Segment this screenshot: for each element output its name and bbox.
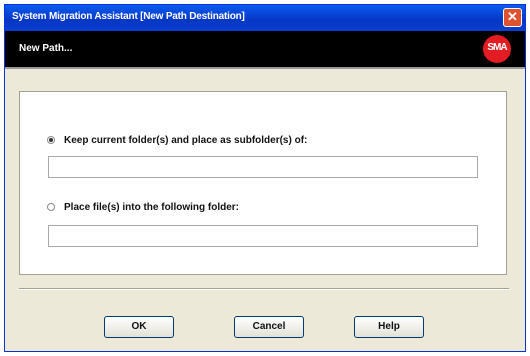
cancel-button[interactable]: Cancel	[234, 316, 304, 338]
logo-icon: SMA	[487, 42, 507, 53]
ok-button[interactable]: OK	[104, 316, 174, 338]
destination-folder-input[interactable]	[48, 225, 478, 247]
header-title: New Path...	[19, 43, 73, 54]
close-icon: ✕	[507, 9, 518, 24]
options-panel: Keep current folder(s) and place as subf…	[19, 91, 507, 275]
radio-place-files[interactable]	[47, 203, 55, 211]
app-logo: SMA	[483, 35, 511, 63]
separator	[19, 288, 509, 290]
close-button[interactable]: ✕	[503, 8, 522, 27]
title-bar[interactable]: System Migration Assistant [New Path Des…	[5, 5, 525, 31]
subfolder-path-input[interactable]	[48, 156, 478, 178]
dialog-header: New Path... SMA	[5, 31, 525, 69]
option-place-files-label: Place file(s) into the following folder:	[64, 202, 240, 213]
help-button[interactable]: Help	[354, 316, 424, 338]
radio-keep-folders[interactable]	[47, 136, 55, 144]
dialog-window: System Migration Assistant [New Path Des…	[4, 4, 526, 352]
window-title: System Migration Assistant [New Path Des…	[12, 11, 245, 22]
option-keep-folders-label: Keep current folder(s) and place as subf…	[64, 135, 308, 146]
